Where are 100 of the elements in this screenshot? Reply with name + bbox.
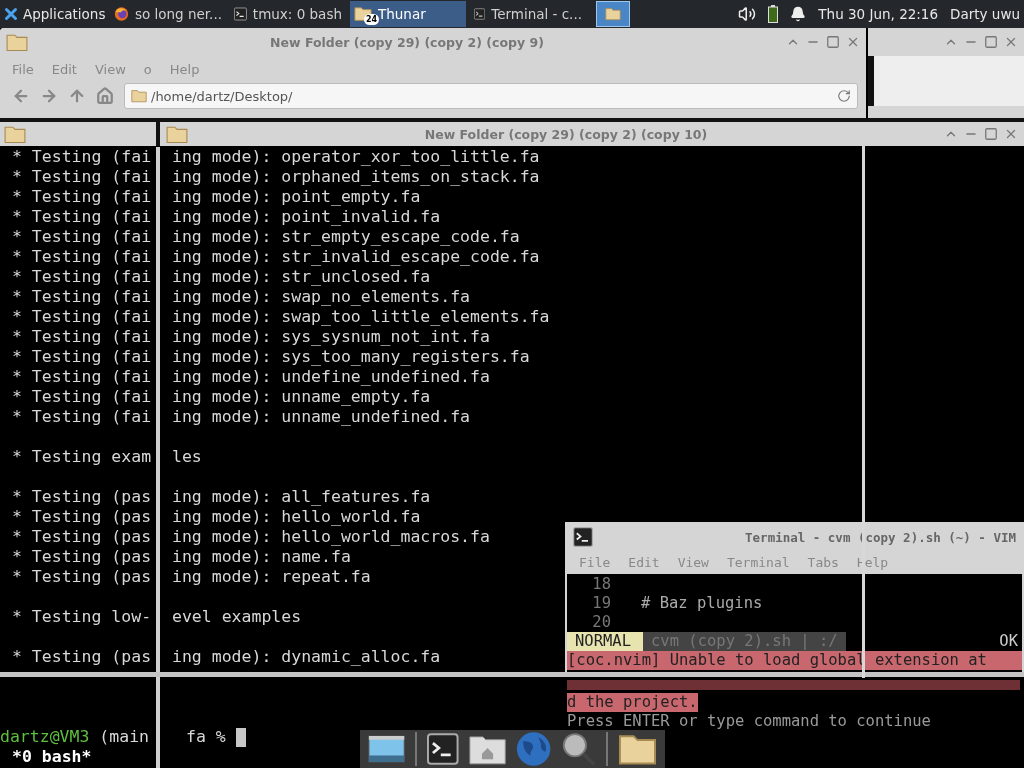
terminal-line: ing mode): str_empty_escape_code.fa <box>171 227 520 247</box>
forward-icon[interactable] <box>40 87 58 105</box>
window-title: New Folder (copy 29) (copy 2) (copy 10) <box>423 126 709 142</box>
terminal-icon <box>234 6 247 22</box>
folder-icon <box>166 124 188 144</box>
terminal-line: * Testing (fai <box>11 187 152 207</box>
menu-item[interactable]: View <box>669 554 717 570</box>
terminal-line: ing mode): sys_sysnum_not_int.fa <box>171 327 490 347</box>
error-message: d the project. <box>567 693 698 712</box>
terminal-icon <box>427 732 459 766</box>
terminal-line: ing mode): orphaned_items_on_stack.fa <box>171 167 540 187</box>
shell-prompt: dartz@VM3 (main <box>0 727 150 747</box>
menu-item[interactable]: Edit <box>620 554 668 570</box>
taskbar-button[interactable]: Terminal - c... <box>470 1 586 27</box>
folder-icon <box>6 32 28 52</box>
applications-menu[interactable]: Applications <box>23 6 106 22</box>
error-message: [coc.nvim] Unable to load global extension at <box>567 651 1022 670</box>
terminal-line: ing mode): point_empty.fa <box>171 187 421 207</box>
window-title: New Folder (copy 29) (copy 2) (copy 9) <box>269 34 545 50</box>
count-badge: 24 <box>364 14 380 25</box>
menu-item[interactable]: Terminal <box>718 554 798 570</box>
status-text: OK <box>999 632 1019 651</box>
terminal-line: * Testing exam <box>11 447 152 467</box>
terminal-line: ing mode): swap_too_little_elements.fa <box>171 307 550 327</box>
notification-icon[interactable] <box>790 6 807 22</box>
text-cursor <box>235 727 246 747</box>
taskbar-button[interactable]: so long ner... <box>110 1 226 27</box>
terminal-line: ing mode): all_features.fa <box>171 487 431 507</box>
terminal-line: ing mode): unname_empty.fa <box>171 387 431 407</box>
search-icon[interactable] <box>560 730 597 768</box>
terminal-line: * Testing (fai <box>11 287 152 307</box>
desktop-icon[interactable] <box>368 732 406 766</box>
terminal-line: * Testing (fai <box>11 147 152 167</box>
line-number: 18 <box>591 575 612 594</box>
menu-item[interactable]: Edit <box>43 61 85 77</box>
tmux-status: *0 bash* <box>11 747 93 767</box>
code-comment: # Baz plugins <box>640 594 763 613</box>
terminal-line: * Testing (fai <box>11 207 152 227</box>
maximize-icon[interactable] <box>984 127 998 141</box>
folder-icon <box>4 124 26 144</box>
window-title: Terminal - cvm (copy 2).sh (~) - VIM <box>744 529 1016 545</box>
menu-item[interactable]: File <box>4 61 42 77</box>
user-name[interactable]: Darty uwu <box>950 6 1020 22</box>
clock[interactable]: Thu 30 Jun, 22:16 <box>818 6 939 22</box>
terminal-line: ing mode): str_unclosed.fa <box>171 267 431 287</box>
terminal-line: * Testing (fai <box>11 227 152 247</box>
folder-icon <box>605 7 621 21</box>
line-number: 19 <box>591 594 612 613</box>
terminal-line: * Testing (fai <box>11 167 152 187</box>
terminal-line: * Testing (pas <box>11 567 152 587</box>
menu-item[interactable]: Help <box>161 61 208 77</box>
globe-icon[interactable] <box>515 730 551 768</box>
home-icon[interactable] <box>96 87 114 105</box>
maximize-icon[interactable] <box>826 35 840 49</box>
terminal-line: ing mode): hello_world_macros.fa <box>171 527 490 547</box>
terminal-line: * Testing (fai <box>11 347 152 367</box>
shell-prompt: fa % <box>186 727 226 747</box>
back-icon[interactable] <box>12 87 30 105</box>
terminal-line: ing mode): point_invalid.fa <box>171 207 441 227</box>
terminal-line: ing mode): unname_undefined.fa <box>171 407 470 427</box>
taskbar-button[interactable]: tmux: 0 bash <box>230 1 346 27</box>
terminal-line: evel examples <box>171 607 302 627</box>
close-icon[interactable] <box>1004 35 1018 49</box>
terminal-line: ing mode): undefine_undefined.fa <box>171 367 490 387</box>
terminal-line: * Testing (fai <box>11 387 152 407</box>
maximize-icon[interactable] <box>984 35 998 49</box>
close-icon[interactable] <box>846 35 860 49</box>
terminal-line: ing mode): dynamic_alloc.fa <box>171 647 441 667</box>
path-text: /home/dartz/Desktop/ <box>151 88 293 104</box>
terminal-line: les <box>171 447 202 467</box>
terminal-line: * Testing (fai <box>11 267 152 287</box>
menu-logo-icon[interactable] <box>2 5 20 23</box>
terminal-line: * Testing (fai <box>11 307 152 327</box>
terminal-line: ing mode): sys_too_many_registers.fa <box>171 347 530 367</box>
terminal-line: ing mode): operator_xor_too_little.fa <box>171 147 540 167</box>
terminal-icon <box>474 6 486 22</box>
workspace-button[interactable] <box>596 1 630 27</box>
terminal-line: * Testing (fai <box>11 247 152 267</box>
up-icon[interactable] <box>68 87 86 105</box>
terminal-line: * Testing (pas <box>11 487 152 507</box>
terminal-line: ing mode): hello_world.fa <box>171 507 421 527</box>
path-field[interactable]: /home/dartz/Desktop/ <box>124 83 858 109</box>
battery-icon[interactable] <box>768 5 779 23</box>
terminal-line: * Testing (pas <box>11 647 152 667</box>
terminal-line: * Testing low- <box>11 607 152 627</box>
mode-indicator: NORMAL <box>567 632 643 651</box>
menu-item[interactable]: o <box>135 61 160 77</box>
terminal-line: * Testing (pas <box>11 507 152 527</box>
menu-item[interactable]: Tabs <box>799 554 847 570</box>
folder-icon <box>131 89 147 103</box>
terminal-line: * Testing (pas <box>11 527 152 547</box>
menu-item[interactable]: View <box>86 61 134 77</box>
menu-item[interactable]: File <box>571 554 619 570</box>
browser-icon <box>114 5 129 23</box>
volume-icon[interactable] <box>738 5 757 23</box>
reload-icon[interactable] <box>837 89 851 103</box>
terminal-line: ing mode): swap_no_elements.fa <box>171 287 470 307</box>
terminal-line: * Testing (fai <box>11 367 152 387</box>
prompt-message: Press ENTER or type command to continue <box>567 712 931 730</box>
close-icon[interactable] <box>1004 127 1018 141</box>
